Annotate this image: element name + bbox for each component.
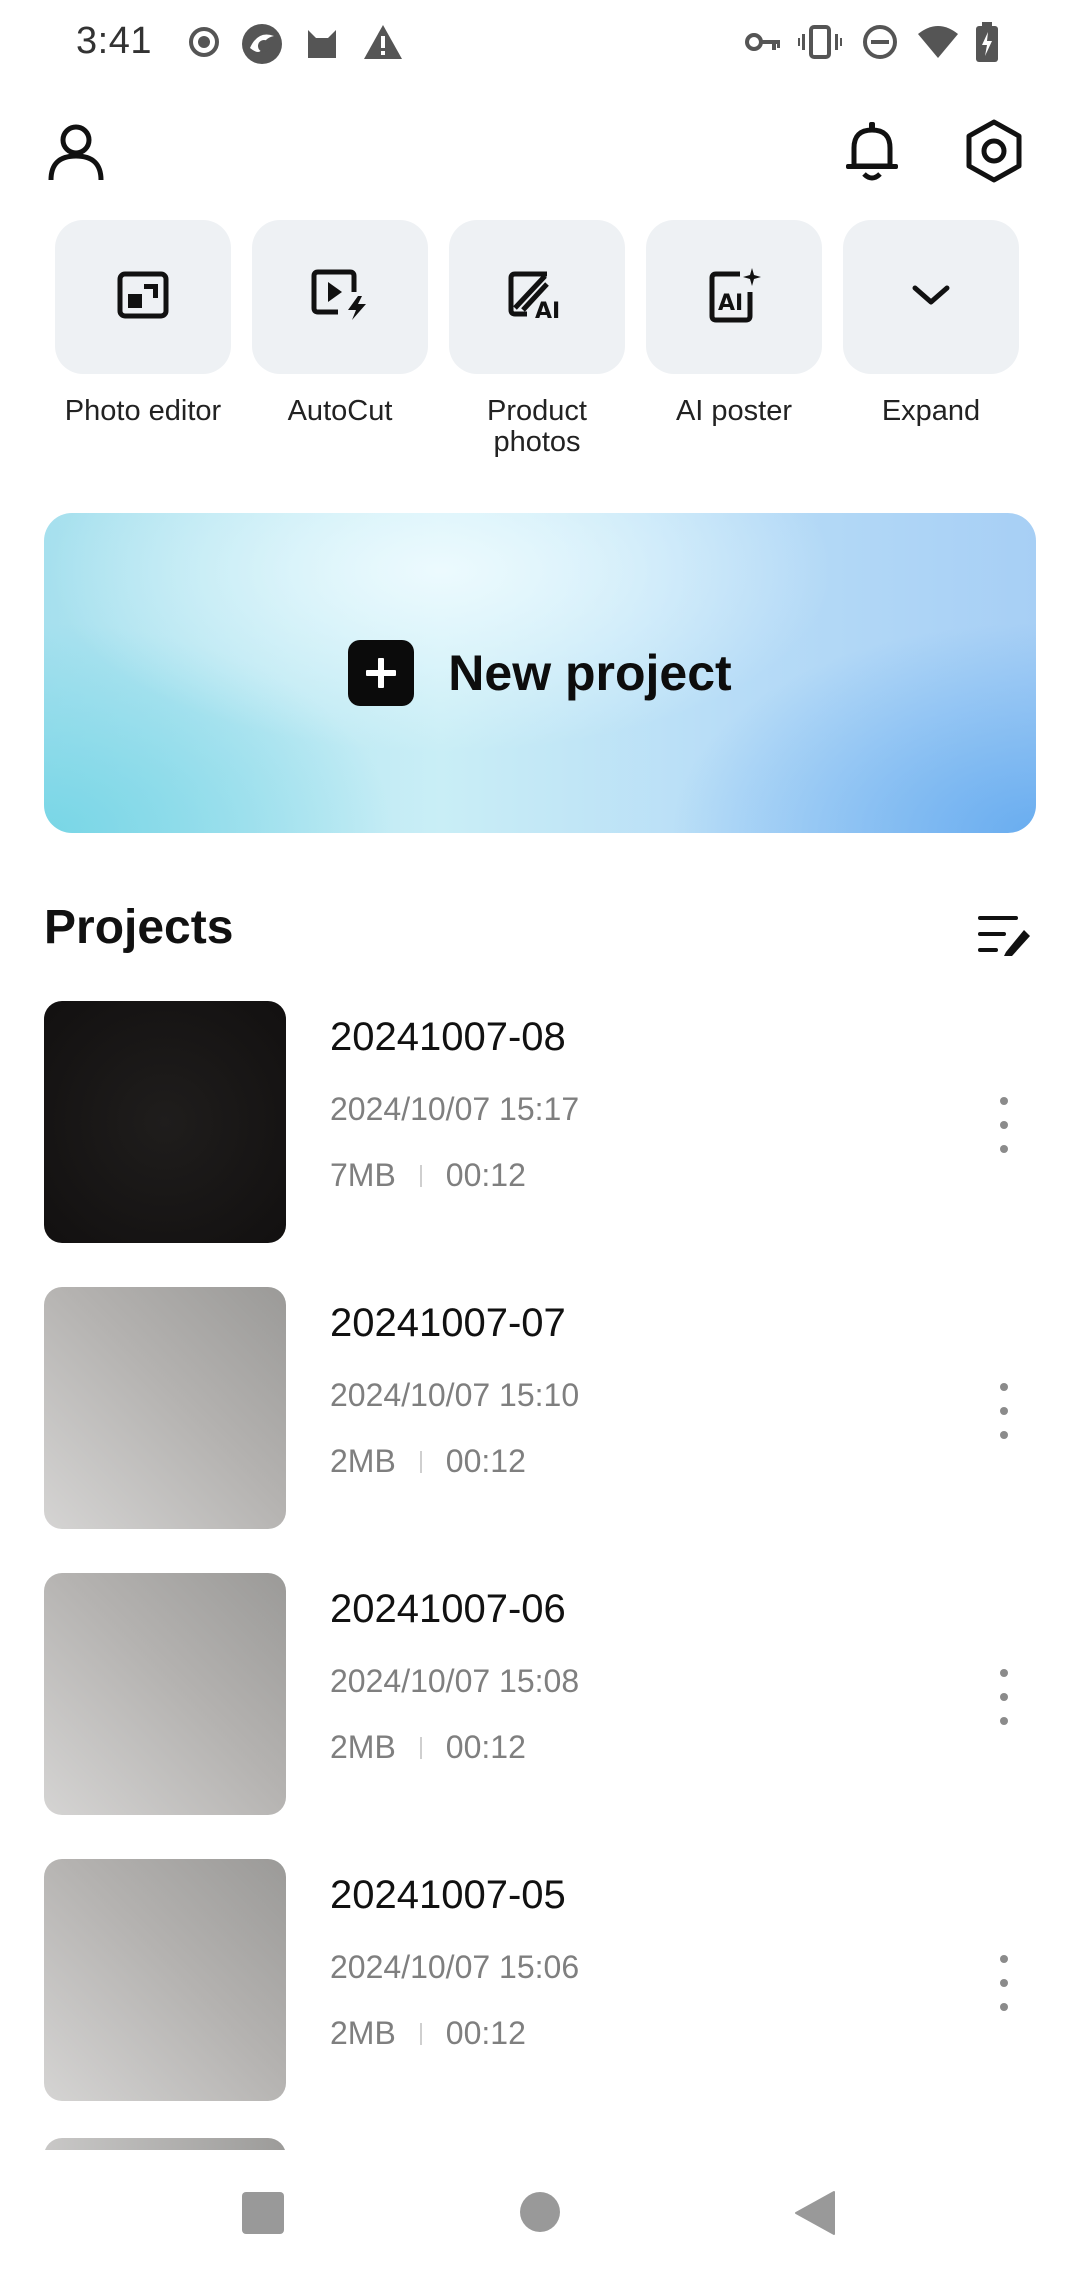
project-name: 20241007-08: [330, 1015, 566, 1059]
project-meta: 2MB 00:12: [330, 2015, 526, 2052]
more-options-icon[interactable]: [990, 1383, 1018, 1439]
project-thumbnail[interactable]: [44, 1287, 286, 1529]
tool-tile[interactable]: AI: [449, 220, 625, 374]
project-date: 2024/10/07 15:08: [330, 1663, 580, 1699]
home-circle-icon[interactable]: [518, 2190, 562, 2239]
chevron-down-icon: [909, 280, 953, 315]
vibrate-icon: [798, 22, 842, 62]
tool-label: AutoCut: [287, 395, 393, 427]
settings-icon[interactable]: [962, 118, 1026, 189]
tool-tile[interactable]: [843, 220, 1019, 374]
project-name: 20241007-07: [330, 1301, 566, 1345]
photo-editor-icon: [116, 268, 170, 327]
product-photos-icon: AI: [507, 268, 567, 327]
cat-icon: [302, 22, 342, 62]
project-row[interactable]: 20241007-07 2024/10/07 15:10 2MB 00:12: [44, 1287, 1036, 1529]
dnd-icon: [860, 22, 900, 62]
list-edit-icon[interactable]: [976, 912, 1032, 961]
tool-expand[interactable]: Expand: [843, 220, 1019, 427]
autocut-icon: [310, 268, 370, 327]
status-time: 3:41: [76, 20, 152, 62]
tool-product-photos[interactable]: AI Product photos: [449, 220, 625, 458]
project-duration: 00:12: [445, 1729, 526, 1765]
project-duration: 00:12: [445, 2015, 526, 2051]
warning-icon: [362, 22, 402, 62]
project-thumbnail[interactable]: [44, 1001, 286, 1243]
project-name: 20241007-06: [330, 1587, 566, 1631]
recents-square-icon[interactable]: [240, 2190, 286, 2241]
project-duration: 00:12: [445, 1157, 526, 1193]
project-thumbnail[interactable]: [44, 1859, 286, 2101]
system-nav-bar: [0, 2150, 1080, 2280]
project-thumbnail[interactable]: [44, 1573, 286, 1815]
project-duration: 00:12: [445, 1443, 526, 1479]
new-project-label: New project: [448, 645, 732, 701]
tool-autocut[interactable]: AutoCut: [252, 220, 428, 427]
meta-separator: [419, 1736, 422, 1759]
tool-label: AI poster: [675, 395, 793, 427]
more-options-icon[interactable]: [990, 1955, 1018, 2011]
tool-label: Expand: [881, 395, 981, 427]
tool-photo-editor[interactable]: Photo editor: [55, 220, 231, 427]
status-bar: 3:41: [0, 0, 1080, 88]
meta-separator: [419, 1164, 422, 1187]
vpn-key-icon: [744, 22, 784, 62]
tool-tile[interactable]: [252, 220, 428, 374]
meta-separator: [419, 2022, 422, 2045]
svg-text:AI: AI: [535, 299, 560, 322]
project-size: 7MB: [330, 1157, 396, 1193]
projects-title: Projects: [44, 901, 234, 954]
svg-text:AI: AI: [718, 291, 743, 316]
back-triangle-icon[interactable]: [794, 2190, 836, 2241]
tool-label: Product photos: [487, 395, 587, 458]
project-row[interactable]: 20241007-06 2024/10/07 15:08 2MB 00:12: [44, 1573, 1036, 1815]
project-size: 2MB: [330, 1729, 396, 1765]
new-project-button[interactable]: New project: [44, 513, 1036, 833]
project-meta: 7MB 00:12: [330, 1157, 526, 1194]
project-meta: 2MB 00:12: [330, 1729, 526, 1766]
meta-separator: [419, 1450, 422, 1473]
record-icon: [184, 22, 224, 62]
project-row-partial[interactable]: [44, 2138, 286, 2150]
tool-tile[interactable]: AI: [646, 220, 822, 374]
battery-charging-icon: [974, 22, 1014, 62]
project-row[interactable]: 20241007-05 2024/10/07 15:06 2MB 00:12: [44, 1859, 1036, 2101]
project-size: 2MB: [330, 2015, 396, 2051]
browser-icon: [240, 22, 282, 64]
tool-tile[interactable]: [55, 220, 231, 374]
project-date: 2024/10/07 15:17: [330, 1091, 580, 1127]
profile-icon[interactable]: [44, 120, 108, 189]
plus-icon: [348, 640, 415, 706]
project-row[interactable]: 20241007-08 2024/10/07 15:17 7MB 00:12: [44, 1001, 1036, 1243]
tool-ai-poster[interactable]: AI AI poster: [646, 220, 822, 427]
wifi-icon: [916, 22, 958, 62]
tool-label: Photo editor: [64, 395, 222, 427]
project-date: 2024/10/07 15:10: [330, 1377, 580, 1413]
project-meta: 2MB 00:12: [330, 1443, 526, 1480]
bell-icon[interactable]: [840, 118, 904, 189]
more-options-icon[interactable]: [990, 1669, 1018, 1725]
project-date: 2024/10/07 15:06: [330, 1949, 580, 1985]
project-size: 2MB: [330, 1443, 396, 1479]
project-name: 20241007-05: [330, 1873, 566, 1917]
ai-poster-icon: AI: [706, 266, 762, 329]
more-options-icon[interactable]: [990, 1097, 1018, 1153]
